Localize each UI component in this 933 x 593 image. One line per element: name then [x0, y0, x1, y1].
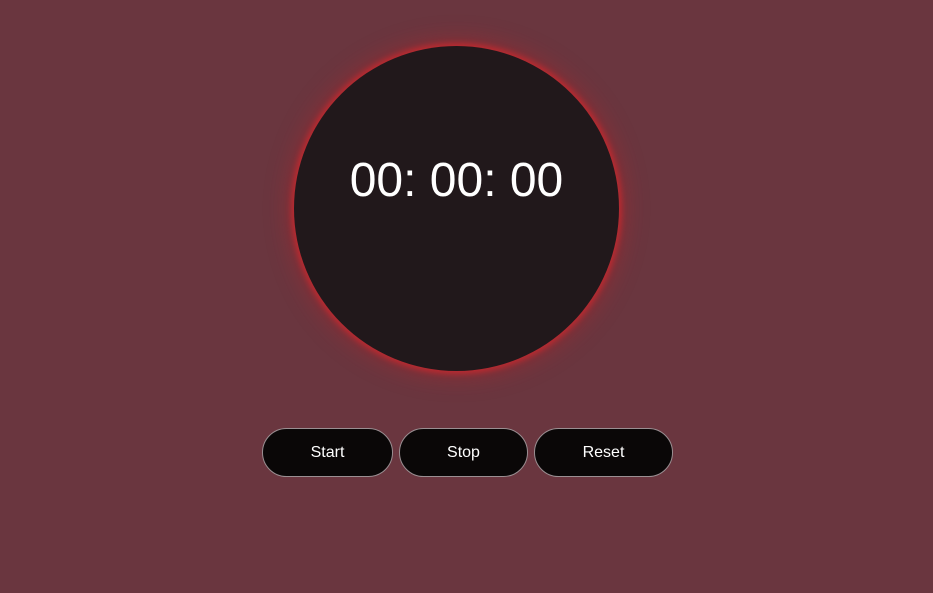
reset-button[interactable]: Reset — [534, 428, 673, 477]
start-button[interactable]: Start — [262, 428, 393, 477]
time-display: 00: 00: 00 — [349, 154, 564, 207]
stopwatch-app: 00: 00: 00 Start Stop Reset — [0, 0, 933, 593]
stop-button[interactable]: Stop — [399, 428, 528, 477]
clock-face: 00: 00: 00 — [294, 46, 619, 371]
